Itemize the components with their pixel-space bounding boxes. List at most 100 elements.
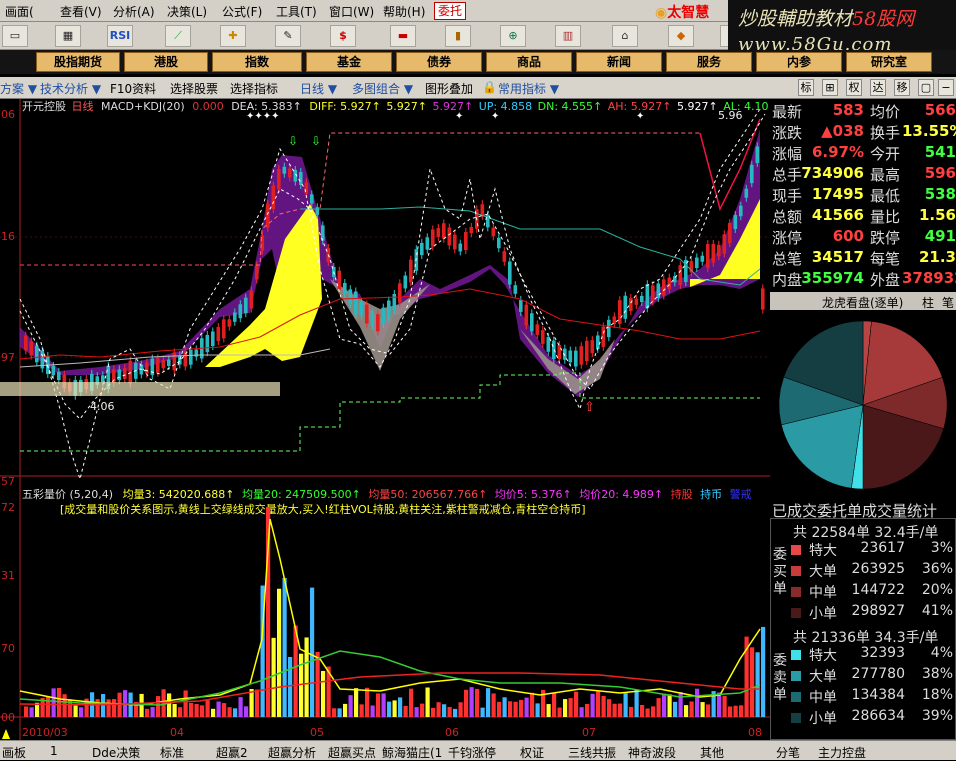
status-tab-whale[interactable]: 鲸海猫庄(1 xyxy=(382,744,442,761)
diamond-icon[interactable]: ◆ xyxy=(668,25,694,47)
chart-icon[interactable]: ▭ xyxy=(2,25,28,47)
side-tab-reach[interactable]: 达 xyxy=(870,79,886,96)
candle-body xyxy=(403,275,408,289)
chart-area[interactable]: 06 16 97 57 ⇩ ⇩ ⇧ ✦✦✦✦ ✦ ✦ ✦ 5.96 4.06 开… xyxy=(0,99,770,740)
tab-multi-chart[interactable]: 多图组合 ▼ xyxy=(352,80,413,97)
volume-bar xyxy=(480,707,485,717)
crosshair-icon[interactable]: ✚ xyxy=(220,25,246,47)
status-tab-tick[interactable]: 分笔 xyxy=(776,744,800,761)
status-tab-standard[interactable]: 标准 xyxy=(160,744,184,761)
menu-analysis[interactable]: 分析(A) xyxy=(113,3,155,20)
status-tab-board[interactable]: 画板 xyxy=(2,744,26,761)
volume-bar xyxy=(574,691,579,717)
volume-bar xyxy=(112,699,117,717)
menu-window[interactable]: 窗口(W) xyxy=(329,3,374,20)
volume-bar xyxy=(579,707,584,717)
menu-entrust[interactable]: 委托 xyxy=(434,2,466,20)
pencil-icon[interactable]: ✎ xyxy=(275,25,301,47)
status-tab-control[interactable]: 主力控盘 xyxy=(818,744,866,761)
trend-icon[interactable]: ⟋ xyxy=(165,25,191,47)
order-percent: 18% xyxy=(921,687,953,703)
side-tab-move[interactable]: 移 xyxy=(894,79,910,96)
volume-bar xyxy=(442,704,447,717)
candle-body xyxy=(420,242,424,256)
window-icon[interactable]: ▢ xyxy=(918,79,934,96)
menu-decision[interactable]: 决策(L) xyxy=(167,3,207,20)
volume-bar xyxy=(502,697,507,717)
volume-bar xyxy=(673,701,678,717)
volume-bar xyxy=(337,708,342,717)
menu-formula[interactable]: 公式(F) xyxy=(222,3,262,20)
status-tab-1[interactable]: 1 xyxy=(50,744,58,758)
kline-icon[interactable]: ▦ xyxy=(55,25,81,47)
candle-body xyxy=(156,358,160,373)
status-tab-warrant[interactable]: 权证 xyxy=(520,744,544,761)
hold-cash-label: 持币 xyxy=(700,487,722,501)
status-tab-chaoying2[interactable]: 超赢2 xyxy=(216,744,248,761)
dollar-button[interactable]: $ xyxy=(330,25,356,47)
ticker-icon[interactable]: ▬ xyxy=(390,25,416,47)
volume-bar xyxy=(51,688,56,717)
status-tab-buypoint[interactable]: 超赢买点 xyxy=(328,744,376,761)
side-tab-mark[interactable]: 标 xyxy=(798,79,814,96)
nav-commodity[interactable]: 商品 xyxy=(486,52,572,72)
quote-value: 34517 xyxy=(811,248,864,266)
tab-daily[interactable]: 日线 ▼ xyxy=(300,80,337,97)
candle-body xyxy=(590,340,595,354)
chart-period: 日线 xyxy=(72,99,94,113)
tab-common-indicator[interactable]: 常用指标 ▼ xyxy=(498,80,559,97)
volume-bar xyxy=(431,707,436,717)
quote-panel: 最新583均价566涨跌▲038换手13.55%涨幅6.97%今开541总手73… xyxy=(770,99,956,291)
house-icon[interactable]: ⌂ xyxy=(612,25,638,47)
status-tab-band[interactable]: 神奇波段 xyxy=(628,744,676,761)
menu-help[interactable]: 帮助(H) xyxy=(383,3,425,20)
volume-bar xyxy=(667,694,672,717)
candle-body xyxy=(145,362,149,374)
color-swatch xyxy=(791,671,801,681)
candle-body xyxy=(117,369,122,381)
nav-bond[interactable]: 债券 xyxy=(396,52,482,72)
status-tab-analysis[interactable]: 超赢分析 xyxy=(268,744,316,761)
lock-icon[interactable]: 🔒 xyxy=(482,80,497,94)
nav-hk-stocks[interactable]: 港股 xyxy=(124,52,208,72)
nav-research[interactable]: 研究室 xyxy=(846,52,932,72)
zero-value: 0.000 xyxy=(192,100,224,113)
tab-technical[interactable]: 技术分析 ▼ xyxy=(40,80,101,97)
tab-select-indicator[interactable]: 选择指标 xyxy=(230,80,278,97)
binoculars-icon[interactable]: ⊕ xyxy=(500,25,526,47)
volume-bar xyxy=(486,688,491,717)
rsi-button[interactable]: RSI xyxy=(107,25,133,47)
tab-scheme[interactable]: 方案 ▼ xyxy=(0,80,37,97)
order-percent: 41% xyxy=(921,603,953,619)
tab-overlay[interactable]: 图形叠加 xyxy=(425,80,473,97)
menu-view[interactable]: 查看(V) xyxy=(60,3,102,20)
volume-bar xyxy=(475,688,480,717)
nav-news[interactable]: 新闻 xyxy=(576,52,662,72)
volume-bar xyxy=(750,647,755,717)
nav-insider[interactable]: 内参 xyxy=(756,52,842,72)
dragon-tab-tick[interactable]: 笔 xyxy=(942,294,954,311)
status-tab-resonance[interactable]: 三线共振 xyxy=(568,744,616,761)
candle-body xyxy=(310,194,314,204)
nav-index-futures[interactable]: 股指期货 xyxy=(36,52,120,72)
nav-fund[interactable]: 基金 xyxy=(306,52,392,72)
grid-toggle-icon[interactable]: ⊞ xyxy=(822,79,838,96)
side-tab-rights[interactable]: 权 xyxy=(846,79,862,96)
candle-body xyxy=(343,282,347,295)
grid-icon[interactable]: ▥ xyxy=(555,25,581,47)
bars-icon[interactable]: ▮ xyxy=(445,25,471,47)
status-tab-dde[interactable]: Dde决策 xyxy=(92,744,140,761)
tab-select-stock[interactable]: 选择股票 xyxy=(170,80,218,97)
nav-service[interactable]: 服务 xyxy=(666,52,752,72)
volume-bar xyxy=(689,701,694,717)
dragon-tab-bar[interactable]: 柱 xyxy=(922,294,934,311)
minus-icon[interactable]: − xyxy=(938,79,954,96)
status-tab-limitup[interactable]: 千钧涨停 xyxy=(448,744,496,761)
menu-screen[interactable]: 画面( xyxy=(5,3,34,20)
status-tab-other[interactable]: 其他 xyxy=(700,744,724,761)
menu-tools[interactable]: 工具(T) xyxy=(276,3,317,20)
tab-f10[interactable]: F10资料 xyxy=(110,80,156,97)
nav-index[interactable]: 指数 xyxy=(212,52,302,72)
quote-value: 734906 xyxy=(801,164,864,182)
color-swatch xyxy=(791,713,801,723)
